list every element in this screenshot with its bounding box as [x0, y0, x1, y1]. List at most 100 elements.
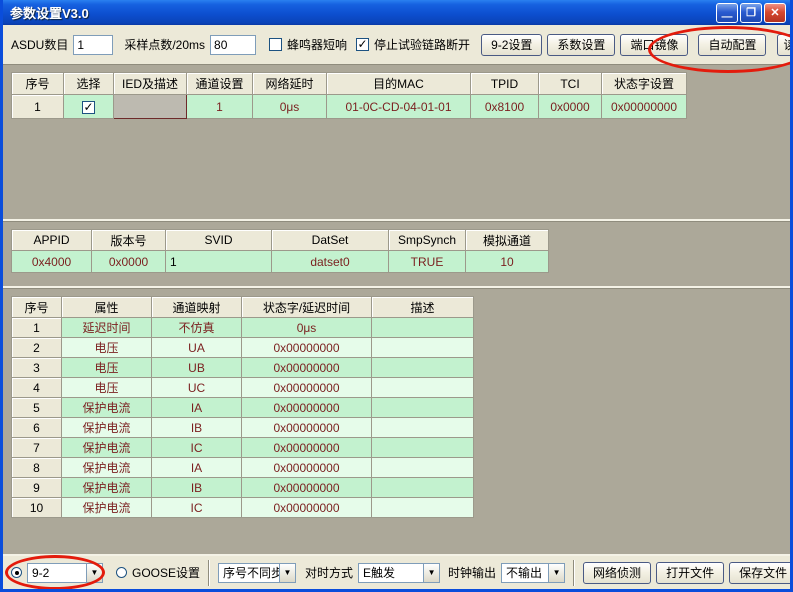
title-bar: 参数设置V3.0 — ❐ ✕: [3, 0, 790, 25]
column-header: 状态字/延迟时间: [242, 297, 372, 318]
grid-cell[interactable]: IB: [152, 418, 242, 438]
divider: [208, 560, 210, 586]
row-header: 9: [12, 478, 62, 498]
grid-cell[interactable]: datset0: [272, 251, 389, 273]
stop-on-link-break-checkbox[interactable]: ✓: [356, 38, 369, 51]
grid-cell[interactable]: 0x4000: [12, 251, 92, 273]
sv-table: 序号选择IED及描述通道设置网络延时目的MACTPIDTCI状态字设置1✓10μ…: [11, 72, 790, 119]
grid-cell[interactable]: 0x00000000: [242, 438, 372, 458]
divider: [573, 560, 575, 586]
mode-9-2-combobox[interactable]: 9-2 ▼: [27, 563, 103, 583]
appid-table: APPID版本号SVIDDatSetSmpSynch模拟通道0x40000x00…: [11, 229, 790, 273]
row-header: 1: [12, 318, 62, 338]
grid-cell[interactable]: 0x8100: [471, 95, 539, 119]
grid-cell[interactable]: 延迟时间: [62, 318, 152, 338]
chevron-down-icon[interactable]: ▼: [279, 564, 295, 582]
grid-cell[interactable]: 0x0000: [539, 95, 602, 119]
grid-cell[interactable]: [372, 418, 474, 438]
grid-cell[interactable]: 保护电流: [62, 498, 152, 518]
grid-cell[interactable]: 0x00000000: [242, 478, 372, 498]
grid-cell[interactable]: [372, 438, 474, 458]
asdu-count-input[interactable]: [73, 35, 113, 55]
grid-cell[interactable]: 0x00000000: [242, 498, 372, 518]
grid-cell[interactable]: IC: [152, 438, 242, 458]
column-header: 通道设置: [187, 73, 253, 95]
stop-on-link-break-label: 停止试验链路断开: [374, 36, 470, 53]
grid-cell[interactable]: 保护电流: [62, 398, 152, 418]
column-header: SmpSynch: [389, 230, 466, 251]
grid-cell[interactable]: [372, 498, 474, 518]
grid-cell[interactable]: 保护电流: [62, 458, 152, 478]
grid-cell[interactable]: 0x0000: [92, 251, 166, 273]
buzzer-checkbox[interactable]: [269, 38, 282, 51]
sequence-sync-value: 序号不同步: [219, 564, 279, 581]
column-header: IED及描述: [114, 73, 187, 95]
ied-description-cell[interactable]: [114, 95, 187, 119]
mode-9-2-radio[interactable]: [11, 567, 22, 578]
sample-points-input[interactable]: [210, 35, 256, 55]
open-file-button[interactable]: 打开文件: [656, 562, 724, 584]
row-header: 6: [12, 418, 62, 438]
grid-cell[interactable]: 10: [466, 251, 549, 273]
grid-cell[interactable]: IA: [152, 458, 242, 478]
grid-cell[interactable]: 保护电流: [62, 478, 152, 498]
maximize-icon[interactable]: ❐: [740, 3, 762, 23]
grid-cell[interactable]: IC: [152, 498, 242, 518]
time-sync-mode-combobox[interactable]: E触发 ▼: [358, 563, 440, 583]
grid-cell[interactable]: IB: [152, 478, 242, 498]
grid-cell[interactable]: UB: [152, 358, 242, 378]
grid-cell[interactable]: 0μs: [253, 95, 327, 119]
svid-edit-cell[interactable]: 1: [166, 251, 272, 273]
grid-cell[interactable]: 1: [187, 95, 253, 119]
grid-cell[interactable]: [372, 338, 474, 358]
grid-cell[interactable]: 0x00000000: [242, 358, 372, 378]
sequence-sync-combobox[interactable]: 序号不同步 ▼: [218, 563, 296, 583]
chevron-down-icon[interactable]: ▼: [423, 564, 439, 582]
grid-cell[interactable]: 电压: [62, 338, 152, 358]
grid-cell[interactable]: 电压: [62, 378, 152, 398]
grid-cell[interactable]: [372, 378, 474, 398]
port-mirror-button[interactable]: 端口镜像: [620, 34, 688, 56]
column-header: APPID: [12, 230, 92, 251]
goose-settings-radio[interactable]: [116, 567, 127, 578]
grid-cell[interactable]: 电压: [62, 358, 152, 378]
grid-cell[interactable]: [372, 478, 474, 498]
grid-cell[interactable]: TRUE: [389, 251, 466, 273]
grid-cell[interactable]: [372, 398, 474, 418]
grid-cell[interactable]: UC: [152, 378, 242, 398]
column-header: DatSet: [272, 230, 389, 251]
chevron-down-icon[interactable]: ▼: [548, 564, 564, 582]
grid-cell[interactable]: 0x00000000: [242, 378, 372, 398]
column-header: 模拟通道: [466, 230, 549, 251]
grid-cell[interactable]: [372, 318, 474, 338]
grid-cell[interactable]: 0x00000000: [242, 398, 372, 418]
clock-output-value: 不输出: [502, 564, 548, 581]
grid-cell[interactable]: [372, 358, 474, 378]
row-select-checkbox[interactable]: ✓: [82, 101, 95, 114]
save-file-button[interactable]: 保存文件: [729, 562, 793, 584]
grid-cell[interactable]: 0x00000000: [602, 95, 687, 119]
auto-config-button[interactable]: 自动配置: [698, 34, 766, 56]
grid-cell[interactable]: 0μs: [242, 318, 372, 338]
settings-9-2-button[interactable]: 9-2设置: [481, 34, 542, 56]
grid-cell[interactable]: 保护电流: [62, 418, 152, 438]
read-protection-model-button[interactable]: 读取保护模型文件: [777, 34, 793, 56]
network-detect-button[interactable]: 网络侦测: [583, 562, 651, 584]
grid-cell[interactable]: [372, 458, 474, 478]
grid-cell[interactable]: 保护电流: [62, 438, 152, 458]
grid-cell[interactable]: UA: [152, 338, 242, 358]
column-header: 通道映射: [152, 297, 242, 318]
chevron-down-icon[interactable]: ▼: [86, 564, 102, 582]
column-header: TPID: [471, 73, 539, 95]
grid-cell[interactable]: 01-0C-CD-04-01-01: [327, 95, 471, 119]
grid-cell[interactable]: 0x00000000: [242, 458, 372, 478]
clock-output-combobox[interactable]: 不输出 ▼: [501, 563, 565, 583]
grid-cell[interactable]: 不仿真: [152, 318, 242, 338]
coefficient-settings-button[interactable]: 系数设置: [547, 34, 615, 56]
grid-cell[interactable]: 0x00000000: [242, 338, 372, 358]
grid-cell[interactable]: 0x00000000: [242, 418, 372, 438]
close-icon[interactable]: ✕: [764, 3, 786, 23]
grid-cell[interactable]: IA: [152, 398, 242, 418]
toolbar: ASDU数目 采样点数/20ms 蜂鸣器短响 ✓ 停止试验链路断开 9-2设置 …: [3, 25, 790, 64]
minimize-icon[interactable]: —: [716, 3, 738, 23]
